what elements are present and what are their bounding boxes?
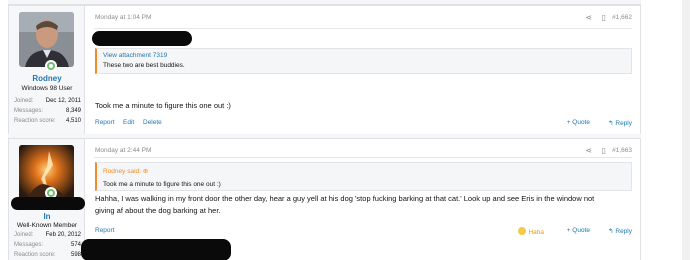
reaction-summary[interactable]: Haha bbox=[518, 227, 544, 236]
user-stats: Joined: Dec 12, 2011 Messages: 8,349 React… bbox=[14, 96, 81, 126]
post-actions: Report Haha + Quote ↰ Reply bbox=[95, 227, 632, 239]
scrollbar[interactable] bbox=[682, 0, 690, 260]
delete-button[interactable]: Delete bbox=[143, 119, 162, 126]
reaction-value: 4,510 bbox=[65, 118, 81, 124]
joined-value: Feb 20, 2012 bbox=[45, 232, 81, 238]
post-date[interactable]: Monday at 2:44 PM bbox=[95, 147, 151, 154]
joined-label: Joined: bbox=[14, 232, 34, 238]
post-text-line: giving af about the dog barking at her. bbox=[95, 205, 221, 215]
user-cell: Rodney Windows 98 User Joined: Dec 12, 20… bbox=[9, 6, 85, 134]
haha-emoji-icon bbox=[518, 227, 527, 235]
joined-label: Joined: bbox=[14, 98, 34, 104]
bookmark-icon[interactable]: ▯ bbox=[602, 146, 606, 155]
user-title: Windows 98 User bbox=[21, 85, 73, 92]
reaction-value: 598 bbox=[70, 252, 81, 258]
quote-button[interactable]: + Quote bbox=[567, 119, 590, 126]
user-title: Well-Known Member bbox=[16, 222, 78, 229]
post-text: Took me a minute to figure this one out … bbox=[95, 101, 231, 110]
user-cell: In Well-Known Member Joined: Feb 20, 2012… bbox=[9, 139, 85, 260]
messages-label: Messages: bbox=[14, 108, 44, 114]
post-text: Hahha, I was walking in my front door th… bbox=[95, 193, 632, 216]
redaction bbox=[81, 239, 231, 260]
attachment-link[interactable]: View attachment 7319 bbox=[103, 52, 167, 59]
reaction-label: Reaction score: bbox=[14, 252, 56, 258]
user-stats: Joined: Feb 20, 2012 Messages: 574 Reactio… bbox=[14, 230, 81, 260]
online-indicator-icon bbox=[45, 60, 57, 72]
quote-block: View attachment 7319 These two are best … bbox=[95, 48, 632, 74]
reaction-label: Haha bbox=[528, 229, 544, 236]
avatar[interactable] bbox=[19, 12, 74, 67]
quote-author-label: Rodney said: bbox=[103, 168, 141, 175]
bookmark-icon[interactable]: ▯ bbox=[602, 13, 606, 22]
post-number[interactable]: #1,663 bbox=[612, 147, 632, 154]
report-button[interactable]: Report bbox=[95, 227, 115, 234]
username[interactable]: Rodney bbox=[9, 74, 85, 83]
post-date[interactable]: Monday at 1:04 PM bbox=[95, 14, 151, 21]
post-actions: Report Edit Delete + Quote ↰ Reply bbox=[95, 119, 632, 131]
message-attribution: Monday at 1:04 PM ⋖ ▯ #1,662 bbox=[95, 13, 632, 26]
joined-value: Dec 12, 2011 bbox=[45, 98, 81, 104]
divider bbox=[94, 157, 632, 158]
message-cell: Monday at 1:04 PM ⋖ ▯ #1,662 View attach… bbox=[86, 6, 640, 134]
messages-value: 574 bbox=[70, 242, 81, 248]
quote-text: These two are best buddies. bbox=[103, 62, 185, 69]
reply-button[interactable]: ↰ Reply bbox=[608, 119, 632, 127]
redaction bbox=[11, 197, 85, 210]
jump-to-quote-icon[interactable]: ⊕ bbox=[143, 168, 148, 175]
quote-button[interactable]: + Quote bbox=[567, 227, 590, 234]
post-number[interactable]: #1,662 bbox=[612, 14, 632, 21]
username[interactable]: In bbox=[9, 212, 85, 221]
share-icon[interactable]: ⋖ bbox=[585, 13, 592, 22]
divider bbox=[94, 28, 632, 29]
share-icon[interactable]: ⋖ bbox=[585, 146, 592, 155]
quote-block: Rodney said: ⊕ Took me a minute to figur… bbox=[95, 162, 632, 191]
quote-text: Took me a minute to figure this one out … bbox=[103, 181, 221, 188]
post-1663: In Well-Known Member Joined: Feb 20, 2012… bbox=[8, 138, 641, 260]
messages-label: Messages: bbox=[14, 242, 44, 248]
post-1662: Rodney Windows 98 User Joined: Dec 12, 20… bbox=[8, 5, 641, 135]
report-button[interactable]: Report bbox=[95, 119, 115, 126]
messages-value: 8,349 bbox=[65, 108, 81, 114]
post-text-line: Hahha, I was walking in my front door th… bbox=[95, 194, 595, 203]
redaction bbox=[92, 31, 192, 46]
reaction-label: Reaction score: bbox=[14, 118, 56, 124]
thread: Rodney Windows 98 User Joined: Dec 12, 20… bbox=[8, 0, 641, 260]
reply-button[interactable]: ↰ Reply bbox=[608, 227, 632, 235]
message-cell: Monday at 2:44 PM ⋖ ▯ #1,663 Rodney said… bbox=[81, 139, 640, 260]
quote-author[interactable]: Rodney said: ⊕ bbox=[103, 167, 148, 175]
edit-button[interactable]: Edit bbox=[123, 119, 134, 126]
